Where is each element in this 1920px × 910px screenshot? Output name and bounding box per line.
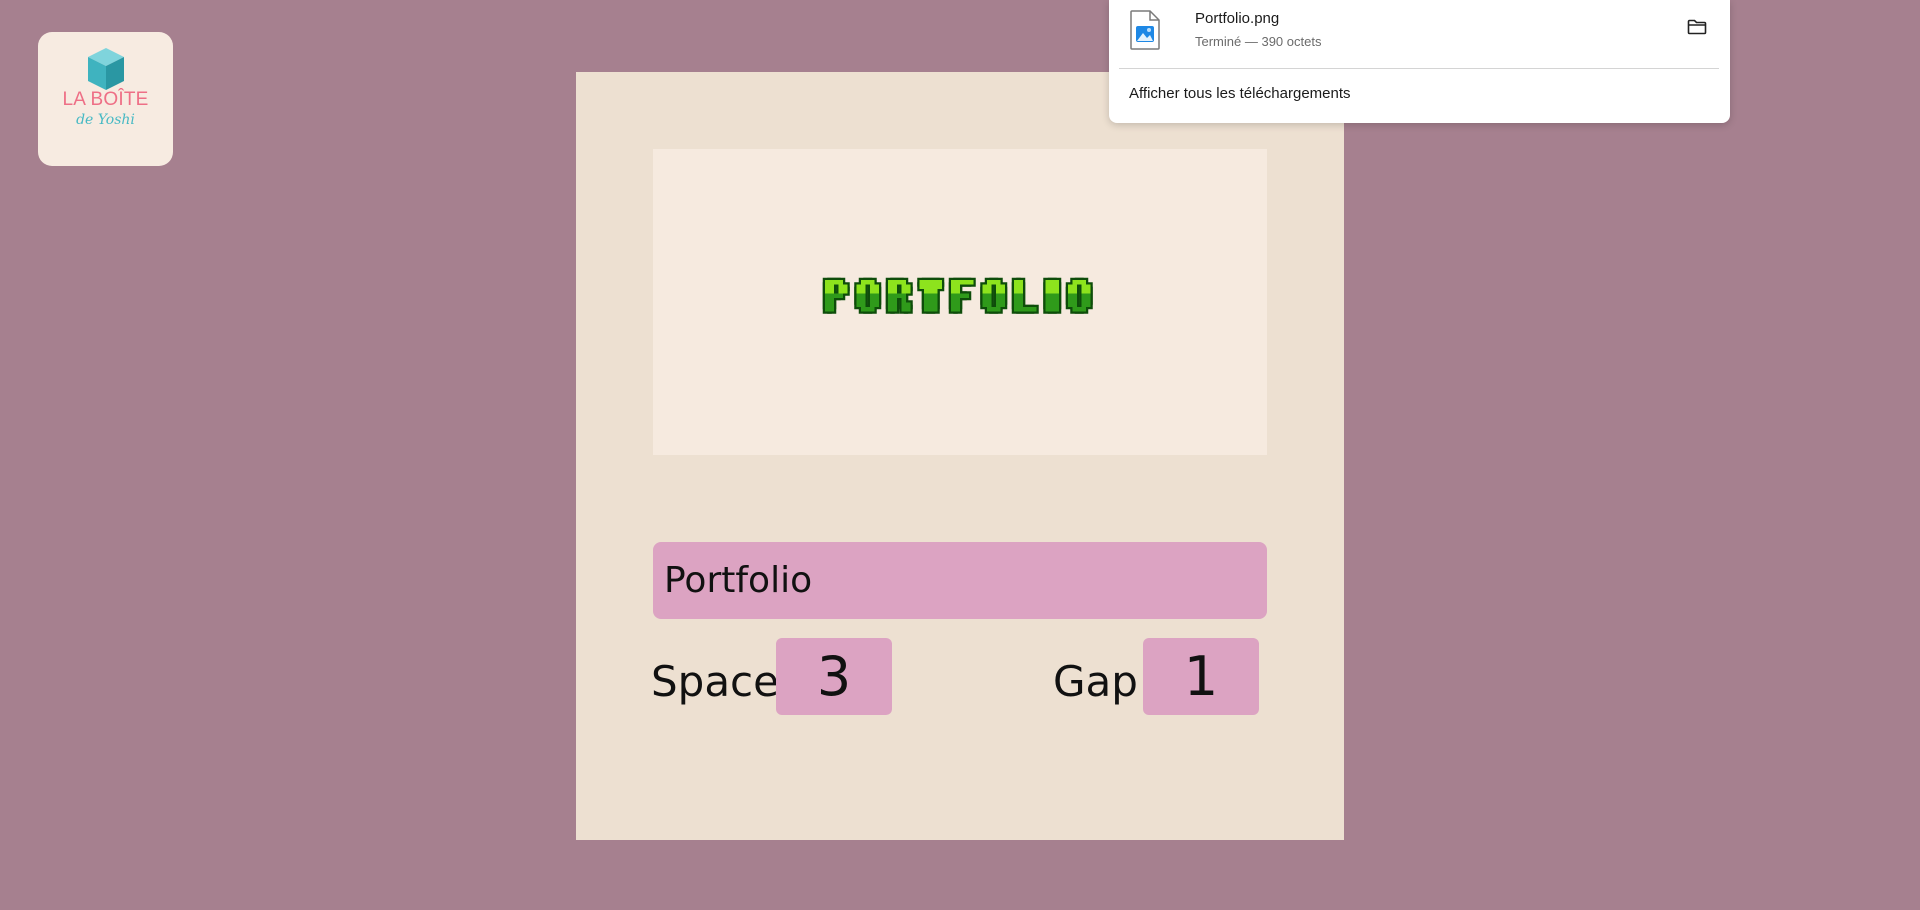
pixel-letter-t-3 bbox=[917, 277, 945, 314]
pixel-letter-p-0 bbox=[822, 277, 850, 314]
logo-brand-text: LA BOÎTE bbox=[62, 89, 149, 110]
download-status: Terminé — 390 octets bbox=[1195, 34, 1322, 49]
divider bbox=[1119, 68, 1719, 69]
pixel-letter-f-4 bbox=[948, 277, 976, 314]
show-all-downloads-link[interactable]: Afficher tous les téléchargements bbox=[1129, 85, 1351, 102]
gap-label: Gap bbox=[1053, 657, 1138, 706]
cube-logo-icon bbox=[87, 48, 124, 90]
downloads-panel: Portfolio.png Terminé — 390 octets Affic… bbox=[1109, 0, 1730, 123]
space-input[interactable]: 3 bbox=[776, 638, 892, 715]
pixel-letter-o-1 bbox=[854, 277, 882, 314]
pixel-text-preview bbox=[822, 277, 1093, 314]
generator-card: Portfolio Space 3 Gap 1 bbox=[576, 72, 1344, 840]
logo-sub-text: de Yoshi bbox=[76, 112, 135, 128]
site-logo[interactable]: LA BOÎTE de Yoshi bbox=[38, 32, 173, 166]
pixel-letter-r-2 bbox=[885, 277, 913, 314]
page: LA BOÎTE de Yoshi Portfolio Space 3 Gap … bbox=[0, 0, 1920, 910]
pixel-letter-o-8 bbox=[1065, 277, 1093, 314]
download-file-name: Portfolio.png bbox=[1195, 10, 1280, 27]
pixel-letter-i-7 bbox=[1043, 277, 1062, 314]
folder-icon[interactable] bbox=[1687, 19, 1707, 35]
space-label: Space bbox=[651, 657, 779, 706]
text-input[interactable]: Portfolio bbox=[653, 542, 1267, 619]
gap-input[interactable]: 1 bbox=[1143, 638, 1259, 715]
pixel-letter-o-5 bbox=[980, 277, 1008, 314]
image-file-icon bbox=[1130, 10, 1160, 50]
text-preview-canvas bbox=[653, 149, 1267, 455]
pixel-letter-l-6 bbox=[1011, 277, 1039, 314]
download-item[interactable]: Portfolio.png Terminé — 390 octets bbox=[1129, 10, 1709, 56]
